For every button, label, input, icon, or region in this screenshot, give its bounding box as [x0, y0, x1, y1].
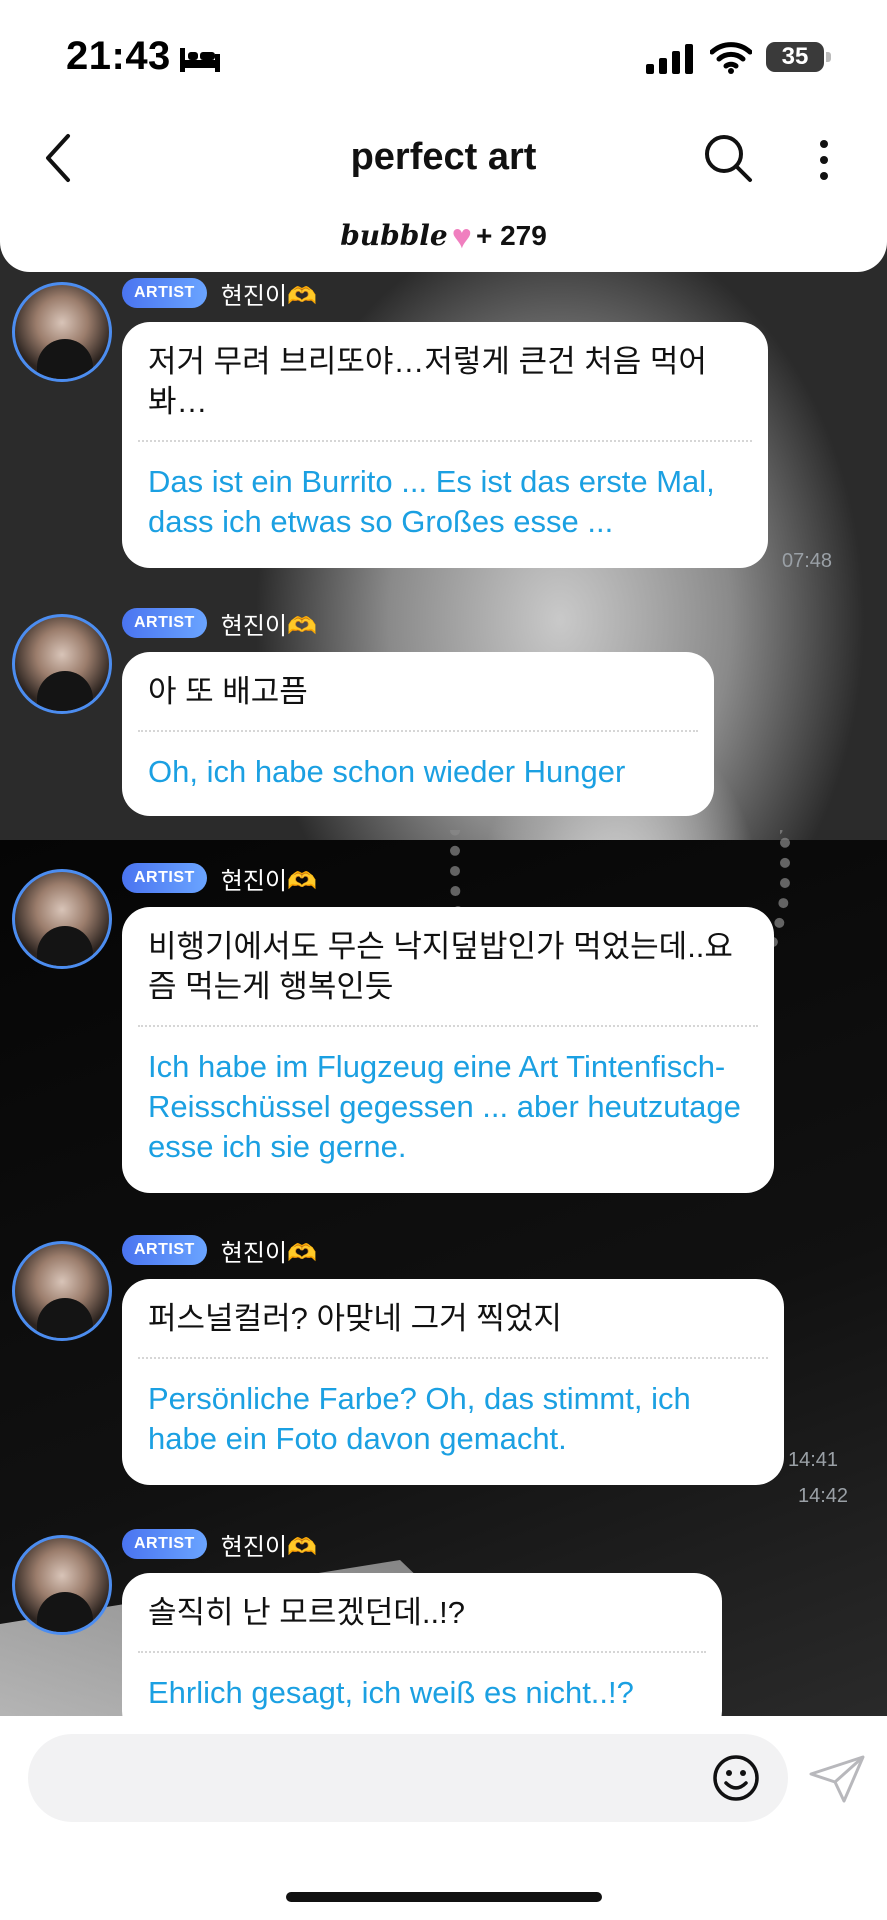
message-time: 14:42: [798, 1485, 849, 1507]
search-icon[interactable]: [700, 130, 756, 186]
message-time: 14:41: [788, 1449, 839, 1471]
message-bubble[interactable]: 아 또 배고픔 Oh, ich habe schon wieder Hunger: [122, 652, 714, 816]
emoji-icon[interactable]: [712, 1754, 760, 1802]
avatar[interactable]: [12, 282, 112, 382]
sender-name: 현진이🫶: [220, 1239, 317, 1267]
artist-badge: ARTIST: [122, 1529, 207, 1559]
sender-row: ARTIST 현진이🫶: [122, 1233, 317, 1267]
status-time: 21:43: [66, 34, 171, 78]
subscriber-count: + 279: [475, 220, 547, 251]
status-bar: 21:43 35: [0, 0, 887, 110]
message-text: 아 또 배고픔: [148, 674, 308, 709]
translation-text: Oh, ich habe schon wieder Hunger: [148, 754, 626, 789]
avatar[interactable]: [12, 1535, 112, 1635]
send-icon[interactable]: [808, 1754, 866, 1804]
message-list[interactable]: ARTIST 현진이🫶 저거 무려 브리또야…저렇게 큰건 처음 먹어봐… Da…: [0, 272, 887, 1720]
message-bubble[interactable]: 솔직히 난 모르겠던데..!? Ehrlich gesagt, ich weiß…: [122, 1573, 722, 1720]
translation-text: Das ist ein Burrito ... Es ist das erste…: [148, 464, 715, 539]
battery-cap: [826, 52, 831, 62]
sender-row: ARTIST 현진이🫶: [122, 1527, 317, 1561]
message-input[interactable]: [28, 1734, 788, 1822]
subscriber-info: bubble ♥ + 279: [0, 218, 887, 257]
message-bubble[interactable]: 퍼스널컬러? 아맞네 그거 찍었지 Persönliche Farbe? Oh,…: [122, 1279, 784, 1485]
artist-badge: ARTIST: [122, 608, 207, 638]
signal-icon: [646, 44, 693, 74]
message-bubble[interactable]: 비행기에서도 무슨 낙지덮밥인가 먹었는데..요즘 먹는게 행복인듯 Ich h…: [122, 907, 774, 1193]
home-indicator[interactable]: [286, 1892, 602, 1902]
finger-heart-icon: 🫶: [287, 867, 317, 895]
battery-icon: 35: [766, 42, 824, 72]
finger-heart-icon: 🫶: [287, 1239, 317, 1267]
message-text: 저거 무려 브리또야…저렇게 큰건 처음 먹어봐…: [148, 344, 707, 419]
avatar[interactable]: [12, 614, 112, 714]
message-text: 솔직히 난 모르겠던데..!?: [148, 1595, 465, 1630]
avatar[interactable]: [12, 869, 112, 969]
sender-row: ARTIST 현진이🫶: [122, 606, 317, 640]
message-input-bar: [0, 1716, 887, 1920]
artist-badge: ARTIST: [122, 1235, 207, 1265]
avatar[interactable]: [12, 1241, 112, 1341]
message-text: 비행기에서도 무슨 낙지덮밥인가 먹었는데..요즘 먹는게 행복인듯: [148, 929, 733, 1004]
bed-icon: [180, 48, 220, 72]
translation-text: Ich habe im Flugzeug eine Art Tintenfisc…: [148, 1049, 741, 1164]
sender-name: 현진이🫶: [220, 612, 317, 640]
sender-row: ARTIST 현진이🫶: [122, 861, 317, 895]
heart-icon: ♥: [451, 218, 472, 256]
finger-heart-icon: 🫶: [287, 282, 317, 310]
sender-row: ARTIST 현진이🫶: [122, 276, 317, 310]
wifi-icon: [710, 42, 752, 74]
translation-text: Persönliche Farbe? Oh, das stimmt, ich h…: [148, 1381, 691, 1456]
sender-name: 현진이🫶: [220, 282, 317, 310]
chat-header: perfect art bubble ♥ + 279: [0, 110, 887, 272]
more-options-icon[interactable]: [808, 132, 840, 188]
message-bubble[interactable]: 저거 무려 브리또야…저렇게 큰건 처음 먹어봐… Das ist ein Bu…: [122, 322, 768, 568]
finger-heart-icon: 🫶: [287, 1533, 317, 1561]
finger-heart-icon: 🫶: [287, 612, 317, 640]
translation-text: Ehrlich gesagt, ich weiß es nicht..!?: [148, 1675, 634, 1710]
artist-badge: ARTIST: [122, 278, 207, 308]
artist-badge: ARTIST: [122, 863, 207, 893]
message-text: 퍼스널컬러? 아맞네 그거 찍었지: [148, 1301, 562, 1336]
bubble-brand: bubble: [340, 219, 448, 252]
message-time: 07:48: [782, 550, 833, 572]
sender-name: 현진이🫶: [220, 867, 317, 895]
sender-name: 현진이🫶: [220, 1533, 317, 1561]
